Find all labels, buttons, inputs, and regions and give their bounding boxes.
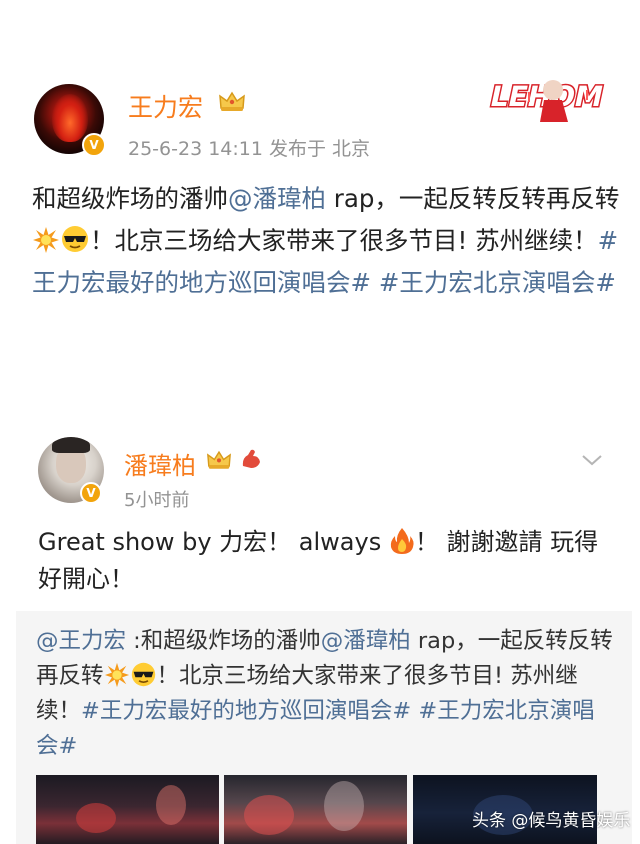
crown-icon: [207, 450, 231, 469]
post-text-segment: rap，一起反转反转再反转: [326, 184, 620, 213]
post-text-segment: 和超级炸场的潘帅: [32, 184, 228, 213]
mention-link[interactable]: @王力宏: [36, 628, 126, 654]
flexed-arm-icon: [242, 449, 260, 468]
avatar-flame-graphic: [52, 94, 88, 142]
repost-image-thumbnail[interactable]: [36, 775, 219, 844]
author-name[interactable]: 王力宏: [128, 88, 203, 124]
repost-text-segment: :和超级炸场的潘帅: [126, 628, 321, 654]
repost-text: @王力宏 :和超级炸场的潘帅@潘瑋柏 rap，一起反转反转再反转 ！北京三场给大…: [36, 624, 616, 764]
sunglasses-emoji: [62, 226, 88, 252]
hashtag-link[interactable]: #王力宏最好的地方巡回演唱会#: [81, 698, 411, 724]
post-text-segment: Great show by 力宏！ always: [38, 528, 389, 556]
post-text-segment: ！北京三场给大家带来了很多节目! 苏州继续！: [90, 226, 598, 255]
sunglasses-emoji: [131, 662, 155, 687]
collision-emoji: [104, 662, 129, 688]
fire-emoji: [390, 528, 414, 554]
mention-link[interactable]: @潘瑋柏: [228, 184, 326, 213]
chevron-down-icon[interactable]: [580, 448, 604, 472]
lehom-sticker-icon: LEHOM: [486, 79, 608, 122]
author-name[interactable]: 潘瑋柏: [124, 446, 196, 481]
post-text: 和超级炸场的潘帅@潘瑋柏 rap，一起反转反转再反转 ！北京三场给大家带来了很多…: [32, 178, 628, 304]
verified-badge-icon: V: [80, 482, 102, 504]
crown-icon: [219, 91, 245, 111]
watermark: 头条 @候鸟黄昏娱乐: [472, 811, 631, 831]
repost-image-thumbnail[interactable]: [224, 775, 407, 844]
post-meta: 5小时前: [124, 490, 190, 511]
verified-badge-icon: V: [82, 133, 106, 157]
avatar-hair-graphic: [52, 437, 90, 453]
mention-link[interactable]: @潘瑋柏: [321, 628, 411, 654]
hashtag-link[interactable]: #王力宏北京演唱会#: [371, 268, 616, 297]
post-text: Great show by 力宏！ always ！ 謝謝邀請 玩得好開心！: [38, 524, 618, 598]
collision-emoji: [33, 227, 59, 253]
post-meta: 25-6-23 14:11 发布于 北京: [128, 138, 371, 160]
